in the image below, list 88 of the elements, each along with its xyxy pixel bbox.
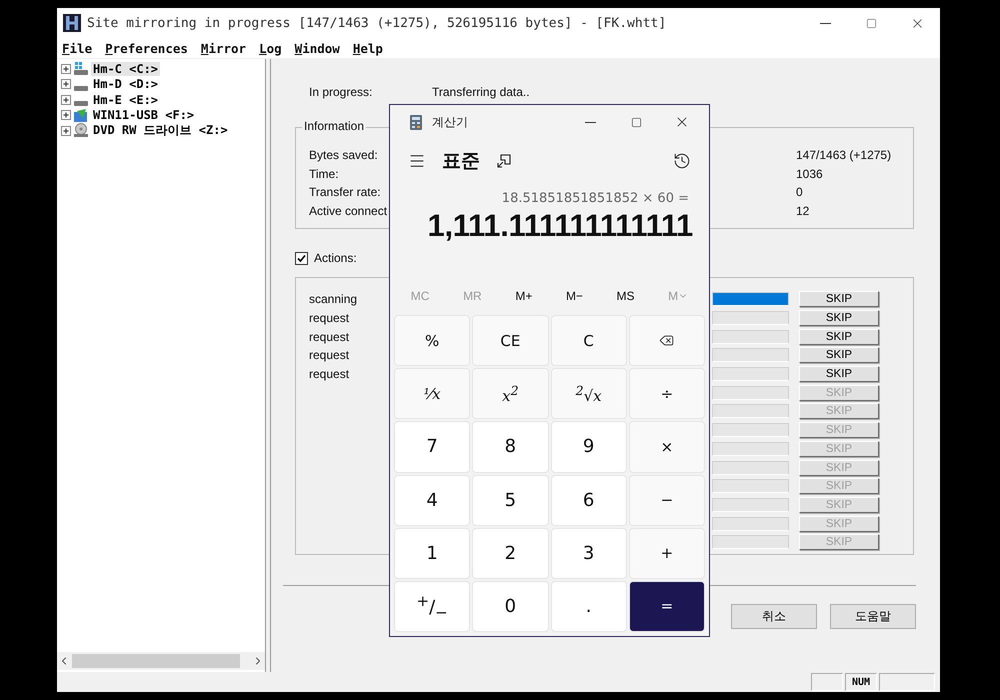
group-title: Information	[302, 119, 366, 133]
operator-key[interactable]: +	[628, 528, 705, 579]
expand-icon[interactable]	[61, 64, 71, 74]
digit-key[interactable]: $^{+}$/$_{−}$	[394, 580, 470, 632]
expand-icon[interactable]	[61, 126, 71, 136]
usb-drive-icon	[73, 108, 89, 123]
info-label: Time:	[309, 166, 339, 181]
calculator-icon	[410, 114, 422, 130]
backspace-icon	[659, 333, 674, 348]
scrollbar-thumb[interactable]	[72, 654, 240, 668]
digit-key[interactable]: 8	[472, 421, 548, 472]
window-title: 계산기	[432, 114, 469, 130]
skip-button[interactable]: SKIP	[799, 291, 879, 308]
minimize-icon	[820, 22, 830, 24]
operator-key[interactable]: C	[550, 315, 627, 366]
digit-key[interactable]: 3	[550, 528, 627, 579]
skip-button[interactable]: SKIP	[799, 310, 879, 326]
digit-key[interactable]: 9	[550, 421, 627, 472]
action-label: request	[309, 367, 350, 382]
info-label: Transfer rate:	[309, 185, 381, 200]
menu-item[interactable]: Log	[259, 40, 282, 56]
operator-key[interactable]: ÷	[628, 368, 705, 420]
digit-key[interactable]: .	[550, 580, 627, 632]
operator-key[interactable]: −	[628, 474, 705, 526]
action-label: scanning	[309, 292, 358, 306]
actions-label: Actions:	[314, 251, 357, 265]
menu-item[interactable]: Window	[294, 40, 340, 56]
tree-item[interactable]: Hm-D <D:>	[91, 77, 160, 92]
skip-button[interactable]: SKIP	[799, 366, 879, 382]
memory-button[interactable]: M−	[560, 287, 589, 305]
disc-drive-icon	[73, 123, 89, 138]
operator-key[interactable]: ⅟x	[394, 368, 470, 420]
progress-status: Transferring data..	[432, 85, 530, 99]
operator-key[interactable]: ×	[628, 421, 705, 472]
maximize-icon	[630, 116, 642, 128]
digit-key[interactable]: 1	[394, 528, 470, 579]
info-label: Bytes saved:	[309, 148, 378, 162]
maximize-icon	[866, 18, 876, 28]
expand-icon[interactable]	[61, 79, 71, 90]
memory-button[interactable]: MS	[610, 287, 641, 305]
info-value: 12	[796, 204, 810, 218]
result-display: 1,111.111111111111	[428, 208, 693, 244]
status-pane	[811, 673, 843, 691]
skip-button[interactable]: SKIP	[799, 328, 879, 345]
mode-title: 표준	[442, 149, 480, 174]
digit-key[interactable]: 5	[472, 474, 548, 526]
info-label: Active connect	[309, 204, 388, 218]
equals-button[interactable]: =	[628, 580, 705, 632]
info-value: 147/1463 (+1275)	[796, 148, 892, 162]
operator-key[interactable]: x$^{2}$	[472, 368, 548, 420]
action-label: request	[309, 311, 350, 326]
drive-icon	[73, 84, 89, 91]
menu-item[interactable]: Help	[352, 40, 383, 56]
tree-item[interactable]: WIN11-USB <F:>	[91, 108, 196, 122]
num-lock-indicator: NUM	[845, 673, 877, 691]
digit-key[interactable]: 4	[394, 474, 470, 526]
operator-key[interactable]: $^{2}$√x	[550, 368, 627, 420]
tree-item[interactable]: Hm-E <E:>	[91, 92, 160, 107]
digit-key[interactable]: 6	[550, 474, 627, 526]
operator-key[interactable]: %	[394, 315, 470, 366]
drive-icon	[73, 61, 89, 76]
operator-key[interactable]: CE	[472, 315, 548, 366]
drive-icon	[73, 100, 89, 106]
history-icon	[673, 152, 691, 170]
app-logo-icon	[63, 14, 81, 32]
expand-icon[interactable]	[61, 94, 71, 105]
action-label: request	[309, 330, 350, 344]
digit-key[interactable]: 0	[472, 580, 548, 632]
digit-key[interactable]: 2	[472, 528, 548, 579]
menu-item[interactable]: Preferences	[105, 40, 188, 56]
tree-item[interactable]: DVD RW 드라이브 <Z:>	[91, 122, 230, 140]
action-label: request	[309, 348, 350, 362]
expand-icon[interactable]	[61, 110, 71, 120]
status-pane	[879, 673, 935, 691]
menu-item[interactable]: Mirror	[200, 40, 246, 56]
info-value: 0	[796, 185, 804, 200]
digit-key[interactable]: 7	[394, 421, 470, 472]
tree-item[interactable]: Hm-C <C:>	[91, 62, 160, 76]
dialog-button[interactable]: 도움말	[830, 604, 916, 629]
skip-button[interactable]: SKIP	[799, 347, 879, 364]
window-title: Site mirroring in progress [147/1463 (+1275), 526195116 bytes] - [FK.whtt]	[87, 16, 668, 30]
expression: 18.51851851851852 × 60 =	[500, 191, 690, 206]
menu-item[interactable]: File	[62, 40, 92, 56]
dialog-button[interactable]: 취소	[731, 604, 817, 629]
memory-button[interactable]: M+	[509, 287, 538, 305]
info-value: 1036	[796, 166, 824, 181]
actions-checkbox[interactable]	[295, 252, 308, 264]
progress-label: In progress:	[309, 85, 374, 99]
